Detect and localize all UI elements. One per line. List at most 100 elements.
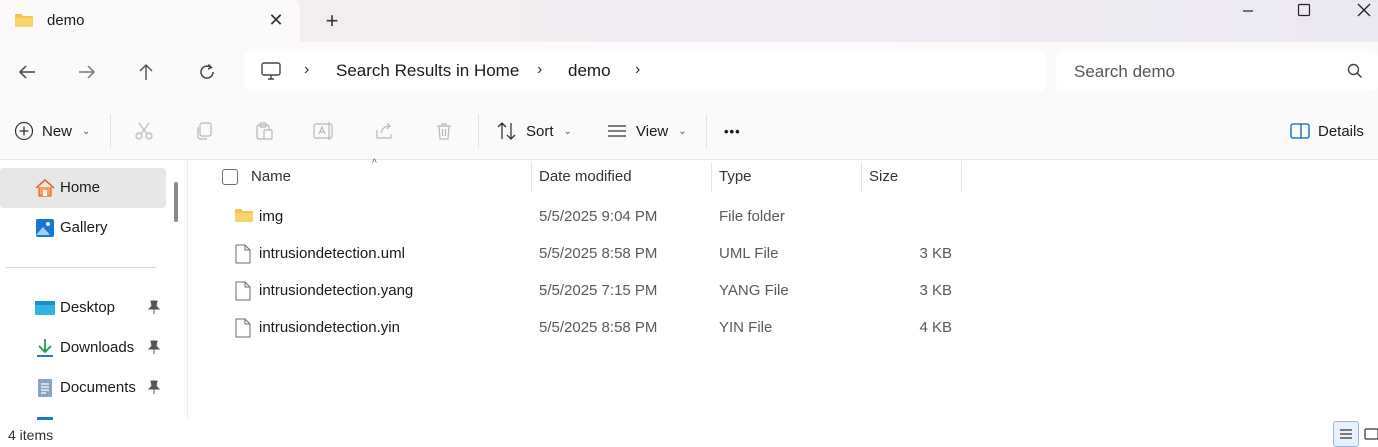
more-options-button[interactable]: ••• xyxy=(724,102,741,160)
file-icon xyxy=(234,318,252,342)
details-view-icon xyxy=(1340,429,1352,439)
column-divider[interactable] xyxy=(531,162,532,192)
file-name: intrusiondetection.uml xyxy=(259,245,405,262)
column-header-name[interactable]: Name xyxy=(251,160,291,192)
pin-icon[interactable] xyxy=(147,380,161,397)
tiles-view-button[interactable] xyxy=(1364,426,1378,442)
divider xyxy=(706,114,707,148)
forward-arrow-icon xyxy=(79,65,96,79)
breadcrumb-separator[interactable]: › xyxy=(635,61,640,79)
file-date: 5/5/2025 8:58 PM xyxy=(539,245,658,262)
file-row[interactable]: intrusiondetection.uml 5/5/2025 8:58 PM … xyxy=(224,235,964,272)
column-header-type[interactable]: Type xyxy=(719,160,752,192)
column-divider[interactable] xyxy=(711,162,712,192)
download-icon xyxy=(34,338,56,358)
details-pane-button[interactable]: Details xyxy=(1290,102,1364,160)
column-header-date-modified[interactable]: Date modified xyxy=(539,160,632,192)
divider xyxy=(110,114,111,148)
chevron-down-icon: ⌄ xyxy=(563,125,572,137)
tab-demo[interactable]: demo ✕ xyxy=(0,0,300,42)
search-icon[interactable] xyxy=(1347,63,1363,82)
item-count: 4 items xyxy=(8,427,54,443)
breadcrumb-demo[interactable]: demo xyxy=(568,61,611,81)
back-button[interactable] xyxy=(14,60,40,84)
forward-button[interactable] xyxy=(74,60,100,84)
navigation-pane: Home Gallery Desktop Downloads Documents xyxy=(0,160,188,420)
view-icon xyxy=(608,125,626,137)
file-size: 3 KB xyxy=(919,282,952,299)
view-label: View xyxy=(636,122,669,140)
file-row[interactable]: img 5/5/2025 9:04 PM File folder xyxy=(224,198,964,235)
paste-button[interactable] xyxy=(253,120,275,142)
new-tab-icon[interactable]: + xyxy=(322,10,342,32)
minimize-button[interactable] xyxy=(1228,0,1268,20)
details-pane-icon xyxy=(1290,123,1310,139)
rename-button[interactable] xyxy=(313,120,335,142)
search-input[interactable]: Search demo xyxy=(1074,62,1175,82)
more-icon: ••• xyxy=(724,123,741,139)
sidebar-item-label: Gallery xyxy=(60,219,108,236)
this-pc-icon xyxy=(260,61,282,84)
close-window-button[interactable] xyxy=(1344,0,1378,20)
chevron-down-icon: ⌄ xyxy=(678,125,687,137)
folder-icon xyxy=(234,207,254,227)
copy-button[interactable] xyxy=(193,120,215,142)
maximize-button[interactable] xyxy=(1284,0,1324,20)
cut-icon xyxy=(135,122,153,140)
up-arrow-icon xyxy=(139,63,153,80)
sidebar-item-label: Home xyxy=(60,179,101,196)
up-button[interactable] xyxy=(133,60,159,84)
address-bar[interactable]: › Search Results in Home › demo › xyxy=(244,51,1046,91)
navigation-bar: › Search Results in Home › demo › Search… xyxy=(0,42,1378,102)
tiles-view-icon xyxy=(1364,428,1378,440)
home-icon xyxy=(34,178,56,198)
breadcrumb-separator[interactable]: › xyxy=(304,61,309,79)
pin-icon[interactable] xyxy=(147,340,161,357)
select-all-checkbox[interactable] xyxy=(222,169,238,185)
sidebar-item-gallery[interactable]: Gallery xyxy=(0,208,166,248)
sidebar-scrollbar[interactable] xyxy=(174,182,178,222)
column-header-size[interactable]: Size xyxy=(869,160,898,192)
file-row[interactable]: intrusiondetection.yin 5/5/2025 8:58 PM … xyxy=(224,309,964,346)
refresh-button[interactable] xyxy=(194,60,220,84)
sidebar-item-label: Documents xyxy=(60,379,136,396)
file-row[interactable]: intrusiondetection.yang 5/5/2025 7:15 PM… xyxy=(224,272,964,309)
delete-button[interactable] xyxy=(433,120,455,142)
column-divider[interactable] xyxy=(861,162,862,192)
tab-title: demo xyxy=(47,12,85,29)
add-icon xyxy=(14,121,34,141)
folder-icon xyxy=(14,12,34,31)
file-name: intrusiondetection.yang xyxy=(259,282,414,299)
column-divider[interactable] xyxy=(961,162,962,192)
sidebar-item-downloads[interactable]: Downloads xyxy=(0,328,166,368)
rename-icon xyxy=(313,122,333,140)
desktop-icon xyxy=(34,298,56,318)
new-label: New xyxy=(42,122,73,140)
sort-ascending-indicator: ^ xyxy=(372,158,377,169)
sidebar-item-partial[interactable] xyxy=(0,408,166,420)
file-name: intrusiondetection.yin xyxy=(259,319,400,336)
search-box[interactable]: Search demo xyxy=(1056,51,1378,91)
file-type: UML File xyxy=(719,245,779,262)
breadcrumb-search-results[interactable]: Search Results in Home xyxy=(336,61,519,81)
title-bar: demo ✕ + xyxy=(0,0,1378,42)
sidebar-item-documents[interactable]: Documents xyxy=(0,368,166,408)
file-list: ^ Name Date modified Type Size img 5/5/2… xyxy=(188,158,1378,420)
sort-label: Sort xyxy=(526,122,554,140)
share-icon xyxy=(376,122,392,139)
file-date: 5/5/2025 7:15 PM xyxy=(539,282,658,299)
close-tab-icon[interactable]: ✕ xyxy=(266,10,286,30)
breadcrumb-separator[interactable]: › xyxy=(537,61,542,79)
file-type: YANG File xyxy=(719,282,789,299)
details-view-button[interactable] xyxy=(1333,421,1359,447)
pin-icon[interactable] xyxy=(147,300,161,317)
new-button[interactable]: New ⌄ xyxy=(14,102,90,160)
sidebar-item-desktop[interactable]: Desktop xyxy=(0,288,166,328)
divider xyxy=(478,114,479,148)
details-label: Details xyxy=(1318,122,1364,140)
view-button[interactable]: View ⌄ xyxy=(606,102,687,160)
sort-button[interactable]: Sort ⌄ xyxy=(496,102,572,160)
sidebar-item-home[interactable]: Home xyxy=(0,168,166,208)
cut-button[interactable] xyxy=(133,120,155,142)
share-button[interactable] xyxy=(373,120,395,142)
